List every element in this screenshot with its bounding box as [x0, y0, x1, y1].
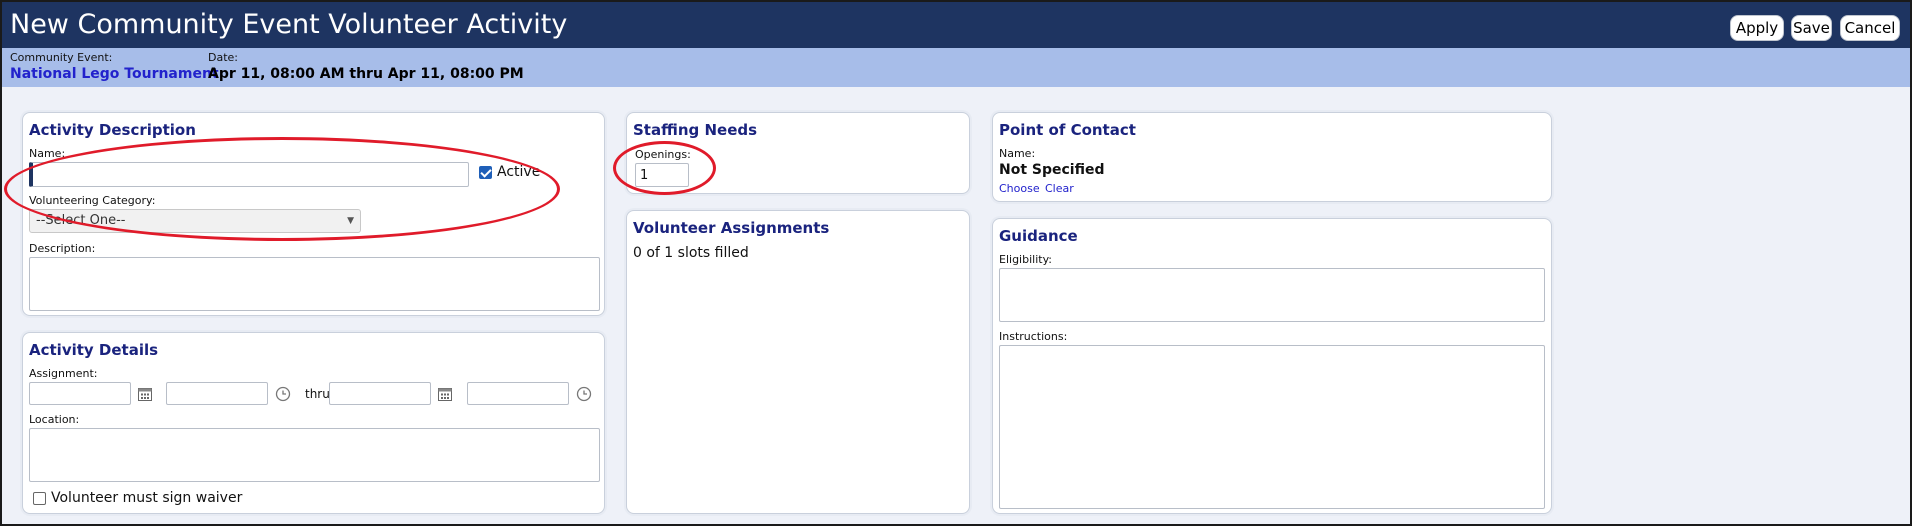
description-textarea[interactable] — [29, 257, 600, 311]
volunteering-category-label: Volunteering Category: — [29, 194, 156, 207]
assignment-start-date-input[interactable] — [29, 382, 131, 405]
activity-description-panel: Activity Description Name: Active Volunt… — [22, 112, 605, 316]
active-label: Active — [497, 164, 541, 180]
activity-details-panel: Activity Details Assignment: thru Locati… — [22, 332, 605, 514]
contact-name-label: Name: — [999, 147, 1036, 160]
staffing-needs-title: Staffing Needs — [633, 121, 758, 139]
event-label: Community Event: — [10, 51, 113, 64]
slots-filled-status: 0 of 1 slots filled — [633, 245, 749, 261]
guidance-title: Guidance — [999, 227, 1078, 245]
guidance-panel: Guidance Eligibility: Instructions: — [992, 218, 1552, 514]
volunteer-assignments-title: Volunteer Assignments — [633, 219, 830, 237]
waiver-checkbox[interactable] — [33, 492, 46, 505]
description-label: Description: — [29, 242, 96, 255]
activity-description-title: Activity Description — [29, 121, 196, 139]
openings-label: Openings: — [635, 148, 691, 161]
chevron-down-icon: ▼ — [347, 216, 354, 226]
instructions-textarea[interactable] — [999, 345, 1545, 509]
waiver-label: Volunteer must sign waiver — [51, 490, 243, 506]
volunteering-category-select[interactable]: --Select One-- ▼ — [29, 209, 361, 233]
name-input[interactable] — [29, 162, 469, 187]
apply-button[interactable]: Apply — [1730, 15, 1784, 41]
active-checkbox[interactable] — [479, 166, 492, 179]
assignment-label: Assignment: — [29, 367, 98, 380]
eligibility-label: Eligibility: — [999, 253, 1052, 266]
assignment-start-time-input[interactable] — [166, 382, 268, 405]
date-value: Apr 11, 08:00 AM thru Apr 11, 08:00 PM — [208, 66, 524, 82]
point-of-contact-title: Point of Contact — [999, 121, 1136, 139]
thru-label: thru — [305, 387, 330, 401]
cancel-button[interactable]: Cancel — [1840, 15, 1900, 41]
calendar-icon[interactable] — [437, 386, 453, 402]
title-bar: New Community Event Volunteer Activity A… — [2, 2, 1910, 48]
assignment-end-time-input[interactable] — [467, 382, 569, 405]
contact-name-value: Not Specified — [999, 162, 1105, 178]
openings-input[interactable] — [635, 163, 689, 187]
choose-contact-link[interactable]: Choose — [999, 182, 1040, 195]
name-label: Name: — [29, 147, 66, 160]
date-label: Date: — [208, 51, 238, 64]
assignment-end-date-input[interactable] — [329, 382, 431, 405]
calendar-icon[interactable] — [137, 386, 153, 402]
point-of-contact-panel: Point of Contact Name: Not Specified Cho… — [992, 112, 1552, 202]
clear-contact-link[interactable]: Clear — [1045, 182, 1074, 195]
eligibility-textarea[interactable] — [999, 268, 1545, 322]
clock-icon[interactable] — [576, 386, 592, 402]
save-button[interactable]: Save — [1791, 15, 1832, 41]
page-title: New Community Event Volunteer Activity — [10, 9, 568, 40]
event-name-link[interactable]: National Lego Tournament — [10, 66, 219, 82]
clock-icon[interactable] — [275, 386, 291, 402]
volunteer-assignments-panel: Volunteer Assignments 0 of 1 slots fille… — [626, 210, 970, 514]
activity-details-title: Activity Details — [29, 341, 159, 359]
staffing-needs-panel: Staffing Needs Openings: — [626, 112, 970, 194]
location-label: Location: — [29, 413, 80, 426]
volunteering-category-value: --Select One-- — [36, 213, 126, 228]
event-info-bar: Community Event: National Lego Tournamen… — [2, 48, 1910, 87]
location-textarea[interactable] — [29, 428, 600, 482]
instructions-label: Instructions: — [999, 330, 1068, 343]
window-frame: New Community Event Volunteer Activity A… — [0, 0, 1912, 526]
